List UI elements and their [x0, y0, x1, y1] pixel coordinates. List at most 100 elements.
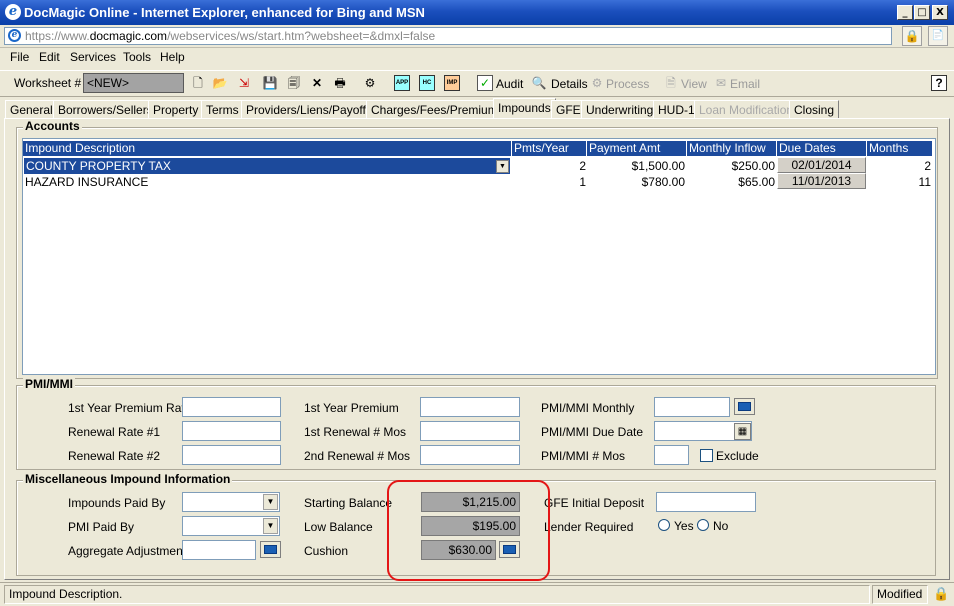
maximize-button[interactable]: □	[914, 5, 930, 20]
misc-legend: Miscellaneous Impound Information	[23, 472, 233, 486]
row1-inflow[interactable]: $250.00	[687, 158, 775, 174]
view-icon: 🗎	[666, 76, 676, 90]
aggregate-adjustment-calculator-icon[interactable]	[260, 541, 281, 558]
col-payment-amt[interactable]: Payment Amt	[587, 140, 687, 157]
save-icon[interactable]: 💾	[262, 75, 278, 91]
process-gear-icon: ⚙	[591, 76, 603, 90]
delete-icon[interactable]: ✕	[309, 75, 325, 91]
tab-borrowers-sellers[interactable]: Borrowers/Sellers	[53, 100, 158, 118]
renewal-rate1-label: Renewal Rate #1	[68, 425, 161, 439]
pmi-num-mos-input[interactable]	[654, 445, 689, 465]
tab-property[interactable]: Property	[148, 100, 204, 118]
lender-required-yes-radio[interactable]	[658, 519, 670, 531]
col-monthly-inflow[interactable]: Monthly Inflow	[687, 140, 777, 157]
menu-help[interactable]: Help	[160, 50, 185, 64]
print-icon[interactable]: 🖶	[332, 75, 348, 91]
menu-tools[interactable]: Tools	[123, 50, 151, 64]
row2-months[interactable]: 11	[867, 174, 931, 190]
first-year-rate-input[interactable]	[182, 397, 281, 417]
renewal-rate2-label: Renewal Rate #2	[68, 449, 161, 463]
details-button[interactable]: Details	[551, 77, 588, 91]
audit-button[interactable]: Audit	[496, 77, 523, 91]
row1-payment[interactable]: $1,500.00	[587, 158, 685, 174]
aggregate-adjustment-input[interactable]	[182, 540, 256, 560]
row1-months[interactable]: 2	[867, 158, 931, 174]
url-field[interactable]: e https://www.docmagic.com/webservices/w…	[4, 27, 892, 45]
pmi-paid-by-dropdown-icon[interactable]: ▼	[263, 518, 278, 534]
save-as-icon[interactable]: 🗐	[286, 75, 302, 91]
pmi-monthly-calculator-icon[interactable]	[734, 398, 755, 415]
lender-required-label: Lender Required	[544, 520, 634, 534]
url-path: /webservices/ws/start.htm?websheet=&dmxl…	[167, 29, 436, 43]
menu-edit[interactable]: Edit	[39, 50, 60, 64]
row2-due-date[interactable]: 11/01/2013	[777, 173, 866, 189]
minimize-button[interactable]: _	[897, 5, 913, 20]
address-bar: e https://www.docmagic.com/webservices/w…	[0, 25, 954, 48]
new-document-icon[interactable]: 🗋	[190, 75, 206, 91]
audit-check-icon[interactable]: ✓	[477, 75, 493, 91]
pmi-due-date-calendar-icon[interactable]: ▦	[734, 423, 751, 440]
menu-file[interactable]: File	[10, 50, 29, 64]
first-year-premium-input[interactable]	[420, 397, 520, 417]
pmi-monthly-input[interactable]	[654, 397, 730, 417]
row1-pmts[interactable]: 2	[512, 158, 586, 174]
tab-charges-fees-premiums[interactable]: Charges/Fees/Premiums	[366, 100, 509, 118]
worksheet-number-field[interactable]: <NEW>	[83, 73, 184, 93]
row2-description[interactable]: HAZARD INSURANCE	[24, 174, 510, 190]
gfe-initial-deposit-input[interactable]	[656, 492, 756, 512]
close-button[interactable]: X	[932, 5, 948, 20]
hc-icon[interactable]: HC	[419, 75, 435, 91]
first-year-rate-label: 1st Year Premium Rate	[68, 401, 192, 415]
tab-providers-liens-payoffs[interactable]: Providers/Liens/Payoffs	[241, 100, 377, 118]
low-balance-label: Low Balance	[304, 520, 373, 534]
tab-general[interactable]: General	[5, 100, 58, 118]
second-renewal-mos-input[interactable]	[420, 445, 520, 465]
impounds-paid-by-dropdown-icon[interactable]: ▼	[263, 494, 278, 510]
details-magnifier-icon[interactable]: 🔍	[531, 75, 547, 91]
first-renewal-mos-input[interactable]	[420, 421, 520, 441]
compatibility-icon[interactable]: 📄	[928, 26, 948, 46]
status-message: Impound Description.	[4, 585, 870, 604]
pmi-monthly-label: PMI/MMI Monthly	[541, 401, 635, 415]
row1-due-date[interactable]: 02/01/2014	[777, 157, 866, 173]
tab-underwriting[interactable]: Underwriting	[581, 100, 659, 118]
help-icon[interactable]: ?	[931, 75, 947, 91]
import-icon[interactable]: ⇲	[236, 75, 252, 91]
impounds-paid-by-select[interactable]: ▼	[182, 492, 280, 512]
tab-hud-1[interactable]: HUD-1	[653, 100, 700, 118]
row2-pmts[interactable]: 1	[512, 174, 586, 190]
pmi-legend: PMI/MMI	[23, 377, 75, 391]
window-title: DocMagic Online - Internet Explorer, enh…	[24, 5, 425, 20]
renewal-rate2-input[interactable]	[182, 445, 281, 465]
open-folder-icon[interactable]: 📂	[212, 75, 228, 91]
aggregate-adjustment-label: Aggregate Adjustment	[68, 544, 187, 558]
menu-services[interactable]: Services	[70, 50, 116, 64]
col-due-dates[interactable]: Due Dates	[777, 140, 867, 157]
lender-required-no-radio[interactable]	[697, 519, 709, 531]
col-months[interactable]: Months	[867, 140, 933, 157]
row1-description-dropdown-icon[interactable]: ▼	[496, 160, 509, 173]
tab-closing[interactable]: Closing	[789, 100, 840, 118]
exclude-checkbox[interactable]	[700, 449, 713, 462]
tab-terms[interactable]: Terms	[201, 100, 244, 118]
renewal-rate1-input[interactable]	[182, 421, 281, 441]
tab-impounds[interactable]: Impounds	[493, 98, 556, 118]
email-icon: ✉	[715, 76, 727, 90]
pmi-due-date-label: PMI/MMI Due Date	[541, 425, 644, 439]
lock-icon[interactable]: 🔒	[902, 26, 922, 46]
worksheet-label: Worksheet #	[14, 76, 82, 90]
imp-icon[interactable]: IMP	[444, 75, 460, 91]
row2-inflow[interactable]: $65.00	[687, 174, 775, 190]
app-icon[interactable]: APP	[394, 75, 410, 91]
tab-loan-modification: Loan Modification	[694, 100, 799, 118]
accounts-grid: Impound Description Pmts/Year Payment Am…	[22, 138, 936, 375]
col-pmts-year[interactable]: Pmts/Year	[512, 140, 587, 157]
highlight-annotation	[387, 480, 550, 581]
col-impound-description[interactable]: Impound Description	[23, 140, 512, 157]
calculate-icon[interactable]: ⚙	[362, 75, 378, 91]
ie-page-icon: e	[8, 29, 21, 42]
row2-payment[interactable]: $780.00	[587, 174, 685, 190]
pmi-paid-by-select[interactable]: ▼	[182, 516, 280, 536]
status-state: Modified	[872, 585, 928, 604]
row1-description[interactable]: COUNTY PROPERTY TAX	[24, 158, 510, 174]
